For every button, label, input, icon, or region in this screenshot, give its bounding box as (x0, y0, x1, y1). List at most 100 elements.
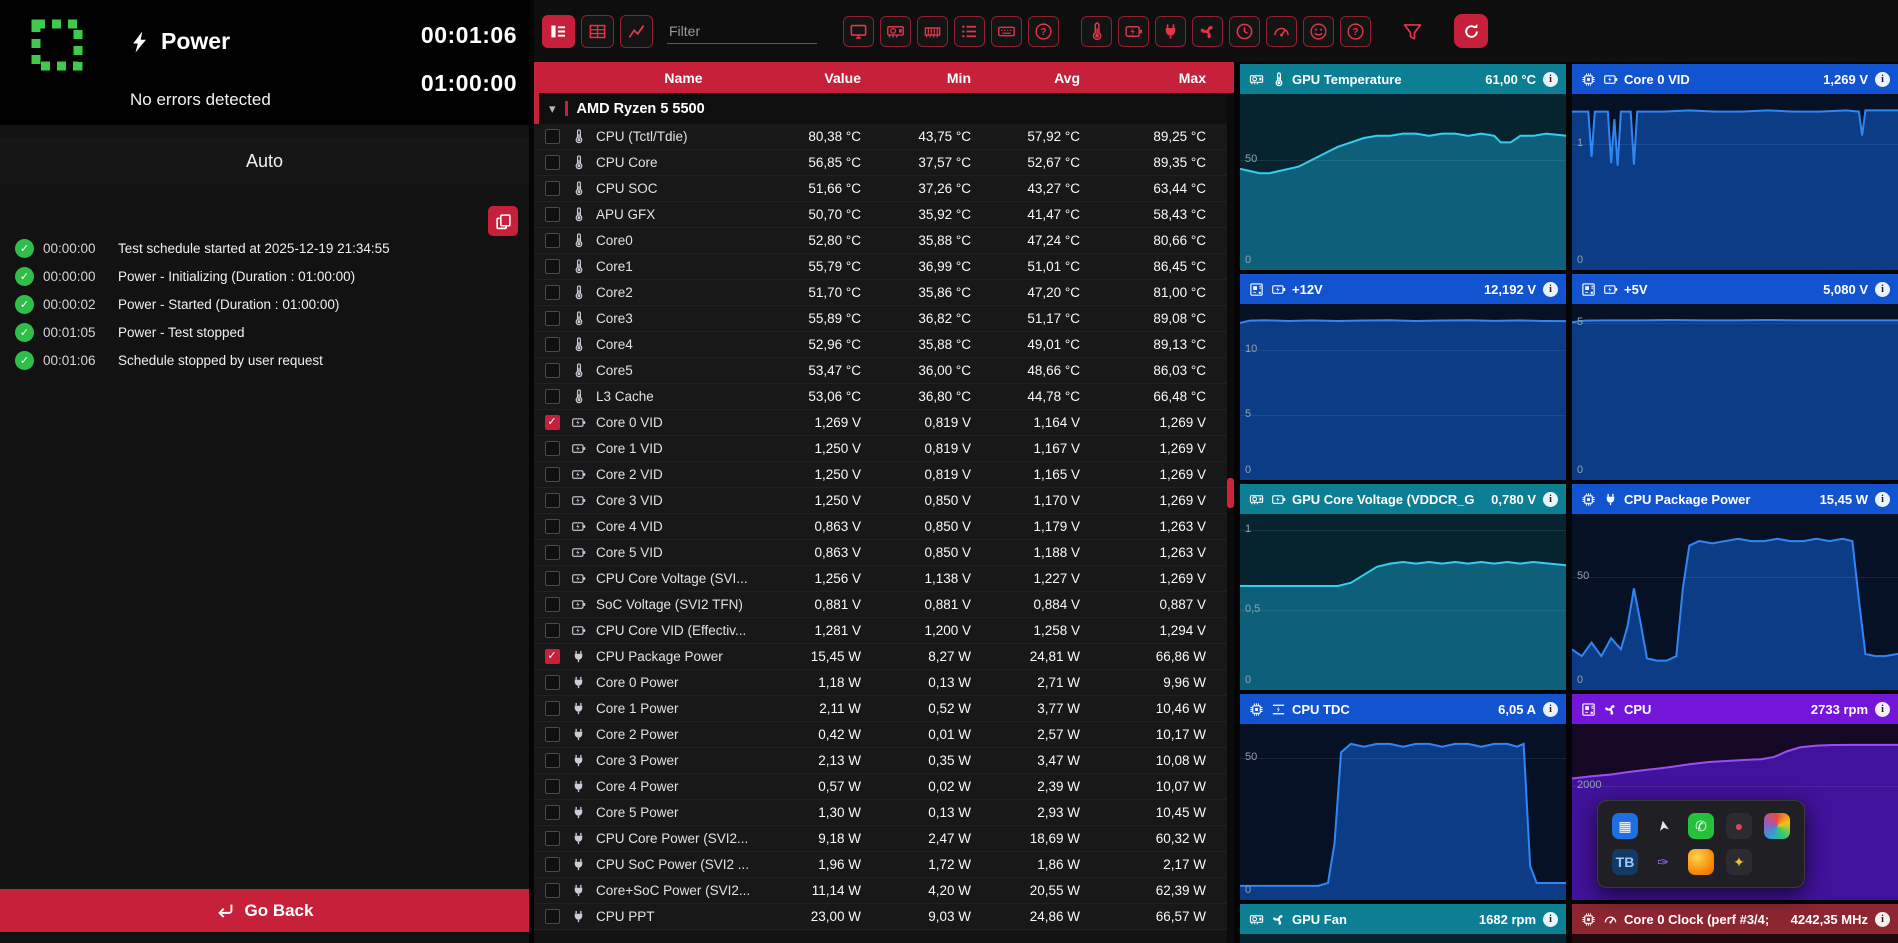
row-checkbox[interactable] (544, 545, 560, 560)
keyboard-devices-button[interactable] (991, 15, 1022, 47)
power-filter-button[interactable] (1155, 15, 1186, 47)
table-row[interactable]: ✓ CPU Package Power 15,45 W 8,27 W 24,81… (534, 644, 1234, 670)
table-scrollbar-thumb[interactable] (1227, 478, 1234, 508)
table-row[interactable]: Core3 55,89 °C 36,82 °C 51,17 °C 89,08 °… (534, 306, 1234, 332)
table-row[interactable]: Core 2 Power 0,42 W 0,01 W 2,57 W 10,17 … (534, 722, 1234, 748)
row-checkbox[interactable] (544, 311, 560, 326)
table-row[interactable]: ✓ Core 0 VID 1,269 V 0,819 V 1,164 V 1,2… (534, 410, 1234, 436)
firefox-icon[interactable] (1688, 849, 1714, 875)
info-icon[interactable]: i (1875, 701, 1890, 717)
table-row[interactable]: SoC Voltage (SVI2 TFN) 0,881 V 0,881 V 0… (534, 592, 1234, 618)
temperature-filter-button[interactable] (1081, 15, 1112, 47)
table-row[interactable]: CPU SoC Power (SVI2 ... 1,96 W 1,72 W 1,… (534, 852, 1234, 878)
row-checkbox[interactable] (544, 233, 560, 248)
table-scrollbar[interactable] (1227, 93, 1234, 943)
graph-cpu-tdc[interactable]: CPU TDC 6,05 A i 50 0 (1240, 694, 1566, 900)
view-table-button[interactable] (581, 14, 614, 48)
cursor-icon[interactable]: ➤ (1648, 811, 1678, 841)
row-checkbox[interactable] (544, 753, 560, 768)
row-checkbox[interactable] (544, 727, 560, 742)
tb-app-icon[interactable]: TB (1612, 849, 1638, 875)
table-row[interactable]: Core 3 Power 2,13 W 0,35 W 3,47 W 10,08 … (534, 748, 1234, 774)
table-row[interactable]: L3 Cache 53,06 °C 36,80 °C 44,78 °C 66,4… (534, 384, 1234, 410)
table-row[interactable]: CPU Core 56,85 °C 37,57 °C 52,67 °C 89,3… (534, 150, 1234, 176)
info-icon[interactable]: i (1543, 701, 1558, 717)
row-checkbox[interactable] (544, 389, 560, 404)
table-row[interactable]: Core5 53,47 °C 36,00 °C 48,66 °C 86,03 °… (534, 358, 1234, 384)
clock-filter-button[interactable] (1229, 15, 1260, 47)
row-checkbox[interactable] (544, 571, 560, 586)
table-row[interactable]: CPU Core VID (Effectiv... 1,281 V 1,200 … (534, 618, 1234, 644)
row-checkbox[interactable] (544, 701, 560, 716)
table-row[interactable]: Core4 52,96 °C 35,88 °C 49,01 °C 89,13 °… (534, 332, 1234, 358)
graph-gpu-fan[interactable]: GPU Fan 1682 rpm i (1240, 904, 1566, 943)
usage-filter-button[interactable] (1266, 15, 1297, 47)
row-checkbox[interactable] (544, 597, 560, 612)
list-devices-button[interactable] (954, 15, 985, 47)
info-icon[interactable]: i (1875, 491, 1890, 507)
efficiency-filter-button[interactable] (1303, 15, 1334, 47)
row-checkbox[interactable] (544, 207, 560, 222)
whatsapp-icon[interactable]: ✆ (1688, 813, 1714, 839)
row-checkbox[interactable] (544, 675, 560, 690)
info-icon[interactable]: i (1543, 281, 1558, 297)
row-checkbox[interactable]: ✓ (544, 415, 560, 430)
reset-button[interactable] (1454, 14, 1488, 48)
graph-core0-clock[interactable]: Core 0 Clock (perf #3/4; 4242,35 MHz i (1572, 904, 1898, 943)
row-checkbox[interactable] (544, 285, 560, 300)
fan-filter-button[interactable] (1192, 15, 1223, 47)
view-graphs-button[interactable] (620, 14, 653, 48)
help-button[interactable]: ? (1028, 15, 1059, 47)
row-checkbox[interactable] (544, 363, 560, 378)
memory-devices-button[interactable] (917, 15, 948, 47)
table-row[interactable]: Core 4 VID 0,863 V 0,850 V 1,179 V 1,263… (534, 514, 1234, 540)
table-row[interactable]: Core 2 VID 1,250 V 0,819 V 1,165 V 1,269… (534, 462, 1234, 488)
info-icon[interactable]: i (1875, 281, 1890, 297)
row-checkbox[interactable] (544, 467, 560, 482)
row-checkbox[interactable] (544, 493, 560, 508)
view-details-button[interactable] (542, 14, 575, 48)
go-back-button[interactable]: Go Back (0, 889, 529, 932)
table-row[interactable]: CPU (Tctl/Tdie) 80,38 °C 43,75 °C 57,92 … (534, 124, 1234, 150)
table-row[interactable]: Core 0 Power 1,18 W 0,13 W 2,71 W 9,96 W (534, 670, 1234, 696)
info-icon[interactable]: i (1543, 491, 1558, 507)
collapse-caret-icon[interactable]: ▾ (549, 101, 556, 117)
table-row[interactable]: CPU Core Power (SVI2... 9,18 W 2,47 W 18… (534, 826, 1234, 852)
row-checkbox[interactable] (544, 129, 560, 144)
row-checkbox[interactable] (544, 337, 560, 352)
table-row[interactable]: Core 3 VID 1,250 V 0,850 V 1,170 V 1,269… (534, 488, 1234, 514)
sensor-group-row[interactable]: ▾ AMD Ryzen 5 5500 (534, 93, 1234, 124)
table-row[interactable]: CPU Core Voltage (SVI... 1,256 V 1,138 V… (534, 566, 1234, 592)
row-checkbox[interactable] (544, 259, 560, 274)
info-icon[interactable]: i (1875, 911, 1890, 927)
table-row[interactable]: Core 1 VID 1,250 V 0,819 V 1,167 V 1,269… (534, 436, 1234, 462)
gpu-devices-button[interactable] (880, 15, 911, 47)
voltage-filter-button[interactable] (1118, 15, 1149, 47)
graph-gpu-temperature[interactable]: GPU Temperature 61,00 °C i 50 0 (1240, 64, 1566, 270)
table-row[interactable]: Core 4 Power 0,57 W 0,02 W 2,39 W 10,07 … (534, 774, 1234, 800)
copy-log-button[interactable] (488, 206, 518, 236)
table-row[interactable]: CPU SOC 51,66 °C 37,26 °C 43,27 °C 63,44… (534, 176, 1234, 202)
filter-funnel-button[interactable] (1397, 16, 1428, 47)
table-row[interactable]: Core1 55,79 °C 36,99 °C 51,01 °C 86,45 °… (534, 254, 1234, 280)
graph-core0-vid[interactable]: Core 0 VID 1,269 V i 10 (1572, 64, 1898, 270)
other-filter-button[interactable]: ? (1340, 15, 1371, 47)
info-icon[interactable]: i (1543, 911, 1558, 927)
row-checkbox[interactable] (544, 805, 560, 820)
table-row[interactable]: Core+SoC Power (SVI2... 11,14 W 4,20 W 2… (534, 878, 1234, 904)
row-checkbox[interactable] (544, 883, 560, 898)
row-checkbox[interactable] (544, 623, 560, 638)
filter-input[interactable] (667, 18, 817, 44)
table-row[interactable]: Core 1 Power 2,11 W 0,52 W 3,77 W 10,46 … (534, 696, 1234, 722)
table-row[interactable]: Core2 51,70 °C 35,86 °C 47,20 °C 81,00 °… (534, 280, 1234, 306)
display-devices-button[interactable] (843, 15, 874, 47)
table-row[interactable]: APU GFX 50,70 °C 35,92 °C 41,47 °C 58,43… (534, 202, 1234, 228)
graph-cpu-package-power[interactable]: CPU Package Power 15,45 W i 50 0 (1572, 484, 1898, 690)
table-row[interactable]: Core0 52,80 °C 35,88 °C 47,24 °C 80,66 °… (534, 228, 1234, 254)
graph-plus5v[interactable]: +5V 5,080 V i 50 (1572, 274, 1898, 480)
row-checkbox[interactable] (544, 155, 560, 170)
row-checkbox[interactable] (544, 831, 560, 846)
row-checkbox[interactable] (544, 519, 560, 534)
row-checkbox[interactable]: ✓ (544, 649, 560, 664)
app-window-icon[interactable]: ▦ (1612, 813, 1638, 839)
